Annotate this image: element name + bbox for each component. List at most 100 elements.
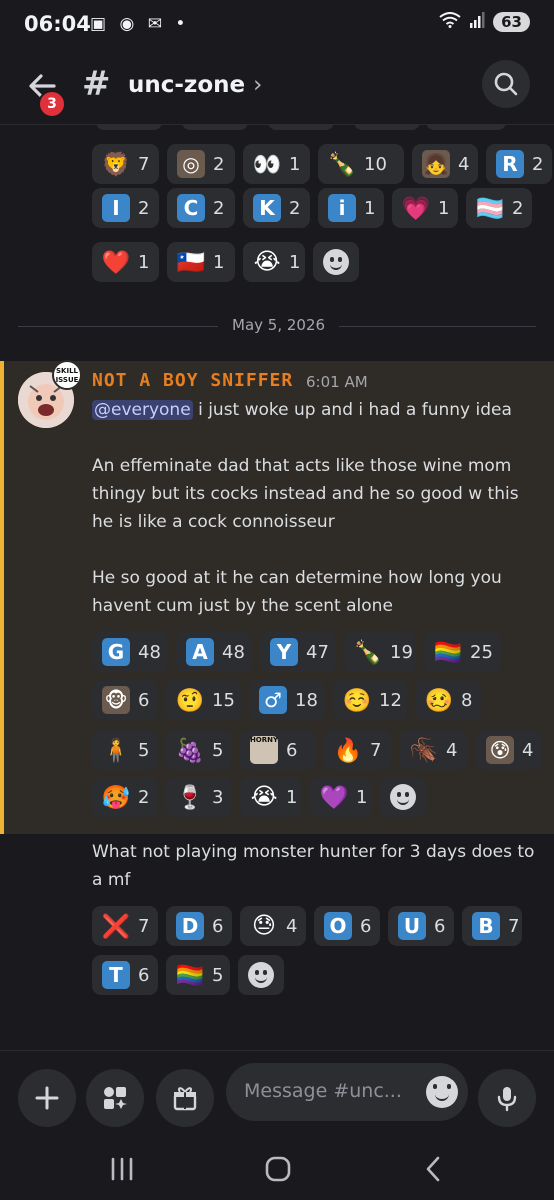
reaction-emoji-icon: 💜	[319, 784, 349, 811]
reaction-pill[interactable]: K2	[243, 188, 310, 228]
emoji-picker-button[interactable]	[426, 1076, 458, 1108]
reaction-pill[interactable]: 😭 1	[243, 242, 305, 282]
reaction-count: 5	[138, 739, 150, 761]
reaction-pill[interactable]: Y 47	[260, 632, 336, 672]
reaction-emoji-icon: ☺️	[342, 687, 372, 714]
reaction-count: 5	[212, 964, 224, 986]
reaction-pill[interactable]: A 48	[176, 632, 252, 672]
reaction-count: 48	[138, 641, 161, 663]
reaction-pill[interactable]: 🏳️‍⚧️ 2	[466, 188, 532, 228]
reaction-pill[interactable]: 🪳 4	[400, 730, 468, 770]
reaction-count: 2	[213, 197, 225, 219]
microphone-icon	[497, 1087, 517, 1112]
gift-button[interactable]	[156, 1069, 214, 1127]
reaction-count: 4	[446, 739, 458, 761]
reaction-emoji-icon: 🍇	[175, 737, 205, 764]
reaction-emoji-icon: O	[324, 912, 352, 940]
reaction-emoji-icon: 🏳️‍🌈	[433, 639, 463, 666]
message-paragraph-3: He so good at it he can determine how lo…	[92, 568, 502, 616]
reaction-emoji-icon: Y	[270, 638, 298, 666]
reaction-pill[interactable]: 🍷 3	[166, 777, 232, 817]
reaction-pill[interactable]: 😓 4	[240, 906, 306, 946]
reaction-pill[interactable]: 🦁 7	[92, 144, 159, 184]
add-reaction-button[interactable]	[313, 242, 359, 282]
channel-name[interactable]: unc-zone ›	[128, 72, 262, 98]
wifi-icon	[439, 12, 461, 32]
add-reaction-button[interactable]	[238, 955, 284, 995]
reaction-emoji-icon: 🍾	[353, 639, 383, 666]
everyone-mention[interactable]: @everyone	[92, 400, 193, 420]
reaction-pill[interactable]: I2	[92, 188, 159, 228]
reaction-count: 18	[295, 689, 318, 711]
voice-message-button[interactable]	[478, 1069, 536, 1127]
reaction-pill[interactable]: ❌ 7	[92, 906, 158, 946]
reaction-emoji-icon: 🥵	[101, 784, 131, 811]
add-reaction-button[interactable]	[380, 777, 426, 817]
reaction-count: 15	[212, 689, 235, 711]
reaction-pill[interactable]: 💗 1	[392, 188, 458, 228]
reaction-count: 7	[138, 915, 150, 937]
reaction-pill[interactable]: 🍾 10	[318, 144, 404, 184]
reaction-emoji-icon: 🧍	[101, 737, 131, 764]
plus-icon	[35, 1086, 59, 1110]
reaction-pill[interactable]: 🔥 7	[324, 730, 392, 770]
reaction-pill[interactable]: 🏳️‍🌈 25	[424, 632, 502, 672]
reaction-pill[interactable]: 😰 4	[476, 730, 542, 770]
reaction-emoji-icon: I	[102, 194, 130, 222]
reaction-pill[interactable]: G 48	[92, 632, 168, 672]
reaction-pill[interactable]: ☺️ 12	[333, 680, 407, 720]
reaction-pill[interactable]: 🤨 15	[166, 680, 241, 720]
reaction-count: 7	[508, 915, 520, 937]
reaction-pill[interactable]: 👧 4	[412, 144, 478, 184]
reaction-emoji-icon: ♂	[259, 686, 287, 714]
recents-icon[interactable]	[108, 1156, 136, 1182]
reaction-count: 2	[213, 153, 225, 175]
add-attachment-button[interactable]	[18, 1069, 76, 1127]
reaction-pill[interactable]: ◎ 2	[167, 144, 235, 184]
message-input[interactable]: Message #unc...	[226, 1063, 468, 1121]
reaction-pill[interactable]: 👀 1	[243, 144, 310, 184]
reaction-pill[interactable]: R2	[486, 144, 552, 184]
reaction-count: 47	[306, 641, 329, 663]
reaction-pill[interactable]: 🥵 2	[92, 777, 158, 817]
reaction-pill[interactable]: i1	[318, 188, 384, 228]
reaction-pill[interactable]: 🥴 8	[415, 680, 481, 720]
reaction-pill[interactable]: 🏳️‍🌈 5	[166, 955, 230, 995]
gift-icon	[173, 1087, 197, 1111]
reaction-emoji-icon: G	[102, 638, 130, 666]
reaction-emoji-icon: B	[472, 912, 500, 940]
reaction-pill[interactable]: 🍇 5	[166, 730, 232, 770]
reaction-emoji-icon: ◎	[177, 150, 205, 178]
reaction-pill[interactable]: 🇨🇱 1	[167, 242, 235, 282]
reaction-pill[interactable]: 😭 1	[240, 777, 302, 817]
reaction-pill[interactable]: 🍾 19	[344, 632, 416, 672]
reaction-pill[interactable]: ❤️ 1	[92, 242, 159, 282]
reaction-pill[interactable]: 🐵 6	[92, 680, 158, 720]
reaction-pill[interactable]: T6	[92, 955, 158, 995]
reaction-pill[interactable]: HORNY 6	[240, 730, 316, 770]
unread-badge: 3	[38, 90, 66, 118]
reaction-count: 1	[356, 786, 368, 808]
reaction-count: 6	[138, 964, 150, 986]
notification-icons: ▣ ◉ ✉ •	[90, 14, 190, 34]
reaction-emoji-icon: C	[177, 194, 205, 222]
reaction-pill[interactable]: O6	[314, 906, 380, 946]
search-icon	[494, 72, 518, 96]
reaction-emoji-icon: 😰	[486, 736, 514, 764]
reaction-count: 7	[370, 739, 382, 761]
apps-button[interactable]	[86, 1069, 144, 1127]
reaction-pill[interactable]: 🧍 5	[92, 730, 158, 770]
reaction-emoji-icon: D	[176, 912, 204, 940]
reaction-pill[interactable]: U6	[388, 906, 454, 946]
reaction-pill[interactable]: C2	[167, 188, 235, 228]
search-button[interactable]	[482, 60, 530, 108]
reaction-pill[interactable]: ♂ 18	[249, 680, 325, 720]
reaction-pill[interactable]: B7	[462, 906, 522, 946]
message-author[interactable]: NOT A BOY SNIFFER	[92, 370, 293, 391]
home-icon[interactable]	[264, 1155, 292, 1183]
nav-back-icon[interactable]	[422, 1155, 444, 1183]
message-paragraph-2: An effeminate dad that acts like those w…	[92, 456, 519, 532]
reaction-pill[interactable]: 💜 1	[310, 777, 372, 817]
system-nav-bar	[0, 1140, 554, 1200]
reaction-pill[interactable]: D6	[166, 906, 232, 946]
